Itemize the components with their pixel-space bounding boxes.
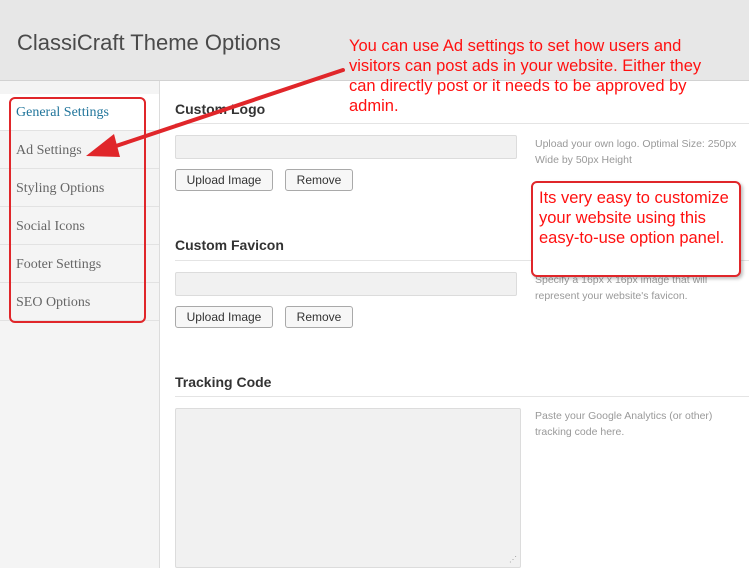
highlight-box xyxy=(9,97,146,323)
custom-logo-title: Custom Logo xyxy=(175,101,266,117)
logo-upload-button[interactable]: Upload Image xyxy=(175,169,273,191)
tracking-code-textarea[interactable]: ⋰ xyxy=(175,408,521,568)
logo-description: Upload your own logo. Optimal Size: 250p… xyxy=(535,138,737,166)
section-divider xyxy=(175,123,749,124)
ad-settings-annotation: You can use Ad settings to set how users… xyxy=(349,37,702,115)
logo-remove-button[interactable]: Remove xyxy=(285,169,353,191)
tracking-description: Paste your Google Analytics (or other) t… xyxy=(535,410,713,438)
favicon-upload-button[interactable]: Upload Image xyxy=(175,306,273,328)
tracking-code-title: Tracking Code xyxy=(175,374,272,390)
resize-grip-icon[interactable]: ⋰ xyxy=(509,556,517,564)
ease-annotation: Its very easy to customize your website … xyxy=(531,181,741,277)
favicon-url-input[interactable] xyxy=(175,272,517,296)
page-title: ClassiCraft Theme Options xyxy=(17,30,281,55)
favicon-remove-button[interactable]: Remove xyxy=(285,306,353,328)
logo-url-input[interactable] xyxy=(175,135,517,159)
options-content: Custom Logo Upload Image Remove Upload y… xyxy=(160,81,749,568)
custom-favicon-title: Custom Favicon xyxy=(175,237,284,253)
section-divider xyxy=(175,396,749,397)
